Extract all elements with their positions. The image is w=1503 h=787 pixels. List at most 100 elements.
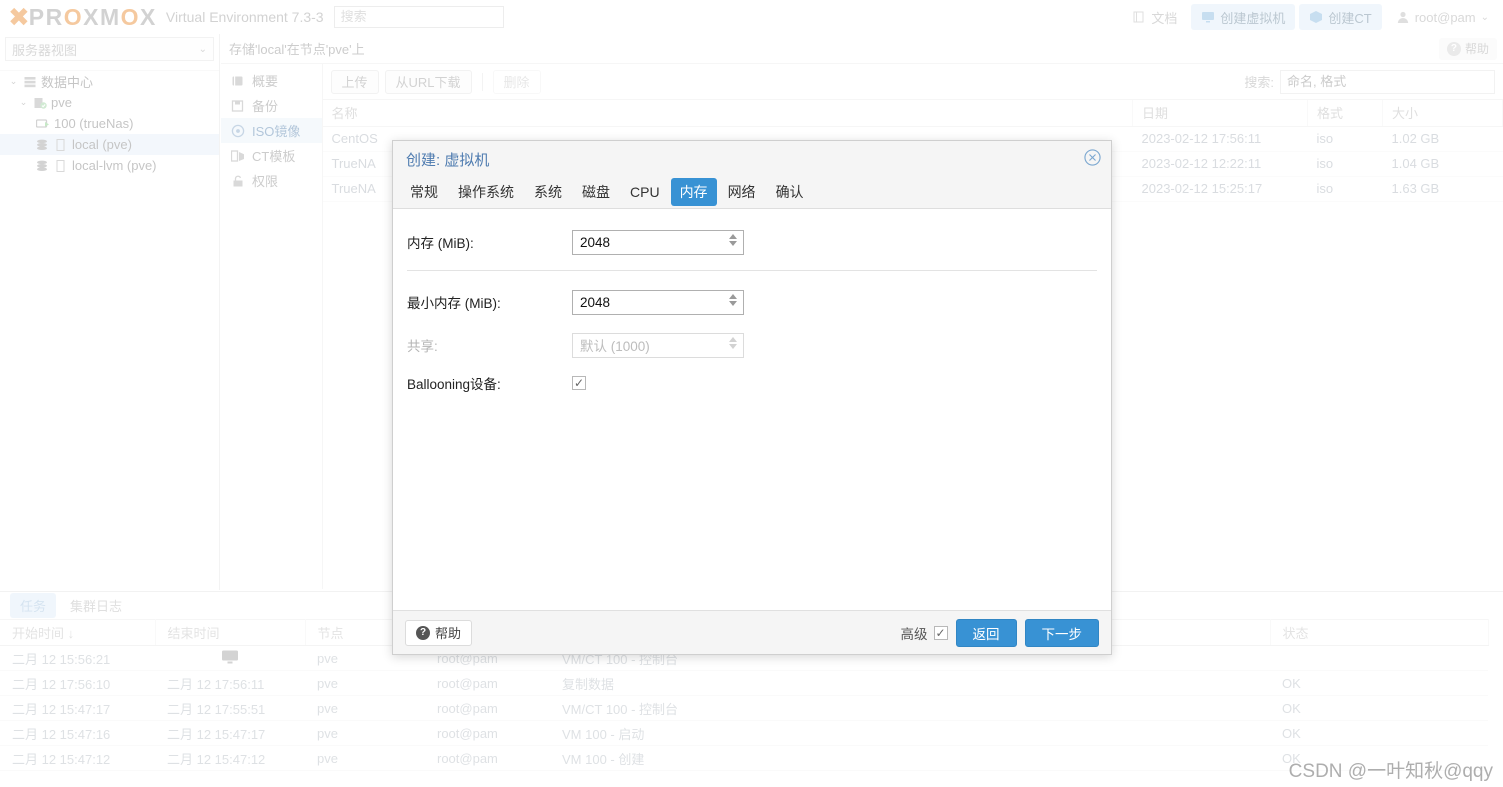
iso-size: 1.02 GB (1382, 126, 1503, 152)
table-row[interactable]: 二月 12 17:56:10 二月 12 17:56:11 pve root@p… (0, 670, 1488, 696)
shares-input[interactable]: 默认 (1000) (572, 332, 744, 358)
iso-format: iso (1307, 151, 1383, 177)
dialog-tab-cpu[interactable]: CPU (621, 180, 669, 204)
dialog-help-button[interactable]: ? 帮助 (405, 619, 473, 646)
tree-item-datacenter[interactable]: ⌄ 数据中心 (0, 71, 219, 92)
download-from-url-label: 从URL下载 (395, 75, 461, 90)
memory-input[interactable]: 2048 (572, 229, 744, 255)
back-button[interactable]: 返回 (955, 618, 1017, 647)
view-selector[interactable]: 服务器视图 ⌄ (5, 37, 214, 61)
stepper-up-icon[interactable] (729, 233, 737, 239)
iso-search-input[interactable] (1280, 69, 1495, 94)
question-icon: ? (416, 625, 430, 640)
chevron-down-icon: ⌄ (1480, 11, 1489, 23)
iso-col-size[interactable]: 大小 (1382, 100, 1503, 127)
top-bar-actions: 文档 创建虚拟机 创建CT root@pam ⌄ (1122, 4, 1499, 30)
iso-col-name[interactable]: 名称 (322, 100, 1133, 127)
memory-stepper[interactable] (729, 233, 737, 246)
memory-value: 2048 (580, 234, 611, 250)
tree-item-local-lvm[interactable]: local-lvm (pve) (0, 155, 219, 176)
content-nav-item-permissions[interactable]: 权限 (221, 168, 322, 193)
dialog-tab-confirm[interactable]: 确认 (767, 178, 813, 206)
summary-icon (231, 74, 245, 88)
upload-button[interactable]: 上传 (330, 69, 379, 94)
tree-item-label: pve (51, 95, 72, 110)
next-button[interactable]: 下一步 (1024, 618, 1099, 647)
content-nav-item-backup[interactable]: 备份 (221, 93, 322, 118)
toolbar-divider (481, 72, 483, 91)
tree-item-pve[interactable]: ⌄ pve (0, 92, 219, 113)
tab-tasks[interactable]: 任务 (10, 593, 57, 618)
dialog-tab-disks[interactable]: 磁盘 (573, 178, 619, 206)
download-from-url-button[interactable]: 从URL下载 (384, 69, 472, 94)
dialog-title: 创建: 虚拟机 (406, 152, 490, 169)
dialog-tab-general[interactable]: 常规 (401, 178, 447, 206)
view-selector-label: 服务器视图 (12, 42, 78, 58)
task-col-end-time[interactable]: 结束时间 (155, 619, 306, 646)
advanced-checkbox[interactable]: ✓ (933, 625, 948, 640)
user-menu-button[interactable]: root@pam ⌄ (1386, 4, 1499, 30)
ballooning-label: Ballooning设备: (407, 377, 501, 392)
create-ct-button[interactable]: 创建CT (1299, 4, 1382, 30)
dialog-tab-os[interactable]: 操作系统 (449, 178, 523, 206)
global-search-input[interactable]: 搜索 (333, 6, 504, 28)
content-nav-item-ct-templates[interactable]: CT模板 (221, 143, 322, 168)
user-label: root@pam (1414, 9, 1476, 25)
content-help-button[interactable]: ? 帮助 (1438, 37, 1497, 60)
tree-item-local[interactable]: local (pve) (0, 134, 219, 155)
stepper-down-icon[interactable] (729, 300, 737, 306)
caret-icon[interactable]: ⌄ (18, 97, 29, 108)
iso-col-format[interactable]: 格式 (1307, 100, 1383, 127)
form-divider (407, 270, 1097, 271)
watermark: CSDN @一叶知秋@qqy (1288, 761, 1493, 782)
task-node: pve (305, 695, 425, 721)
stepper-down-icon[interactable] (729, 343, 737, 349)
logo-text: PROXMOX (28, 3, 157, 30)
iso-toolbar: 上传 从URL下载 删除 搜索: (322, 64, 1503, 100)
dialog-tab-system[interactable]: 系统 (525, 178, 571, 206)
content-nav-item-iso-images[interactable]: ISO镜像 (221, 118, 322, 143)
table-row[interactable]: 二月 12 15:47:17 二月 12 17:55:51 pve root@p… (0, 695, 1488, 721)
task-col-status[interactable]: 状态 (1270, 619, 1489, 646)
create-vm-button[interactable]: 创建虚拟机 (1191, 4, 1296, 30)
content-nav-label: 备份 (252, 99, 279, 114)
content-nav-item-summary[interactable]: 概要 (221, 68, 322, 93)
task-start: 二月 12 15:47:16 (0, 720, 155, 746)
dialog-tab-network[interactable]: 网络 (719, 178, 765, 206)
ballooning-checkbox[interactable]: ✓ (572, 376, 586, 390)
task-end: 二月 12 15:47:12 (155, 745, 305, 771)
dialog-header: 创建: 虚拟机 (393, 141, 1111, 175)
table-row[interactable]: 二月 12 15:47:12 二月 12 15:47:12 pve root@p… (0, 745, 1488, 771)
task-end: 二月 12 15:47:17 (155, 720, 305, 746)
tree-item-label: 100 (trueNas) (54, 116, 134, 131)
iso-date: 2023-02-12 12:22:11 (1132, 151, 1308, 177)
stepper-up-icon[interactable] (729, 293, 737, 299)
monitor-icon (1201, 10, 1215, 24)
box-icon (1309, 10, 1323, 24)
close-circle-icon[interactable] (1084, 149, 1101, 166)
docs-label: 文档 (1151, 10, 1178, 26)
tree-item-label: 数据中心 (41, 75, 94, 90)
shares-stepper[interactable] (729, 336, 737, 349)
backup-icon (231, 99, 245, 113)
stepper-down-icon[interactable] (729, 240, 737, 246)
advanced-toggle[interactable]: 高级 ✓ (901, 623, 948, 643)
tree-item-vm-100[interactable]: 100 (trueNas) (0, 113, 219, 134)
min-memory-stepper[interactable] (729, 293, 737, 306)
task-col-start-time[interactable]: 开始时间 ↓ (0, 619, 156, 646)
tab-cluster-log[interactable]: 集群日志 (60, 593, 132, 618)
content-nav-label: 权限 (252, 174, 279, 189)
iso-date: 2023-02-12 15:25:17 (1132, 176, 1308, 202)
vm-icon (35, 117, 50, 131)
storage-icon (36, 138, 50, 152)
docs-button[interactable]: 文档 (1122, 4, 1187, 30)
stepper-up-icon[interactable] (729, 336, 737, 342)
iso-col-date[interactable]: 日期 (1132, 100, 1308, 127)
delete-button[interactable]: 删除 (492, 69, 541, 94)
dialog-tab-memory[interactable]: 内存 (670, 177, 717, 206)
monitor-icon (221, 650, 239, 668)
table-row[interactable]: 二月 12 15:47:16 二月 12 15:47:17 pve root@p… (0, 720, 1488, 746)
caret-icon[interactable]: ⌄ (8, 76, 19, 87)
min-memory-input[interactable]: 2048 (572, 289, 744, 315)
task-user: root@pam (425, 695, 550, 721)
